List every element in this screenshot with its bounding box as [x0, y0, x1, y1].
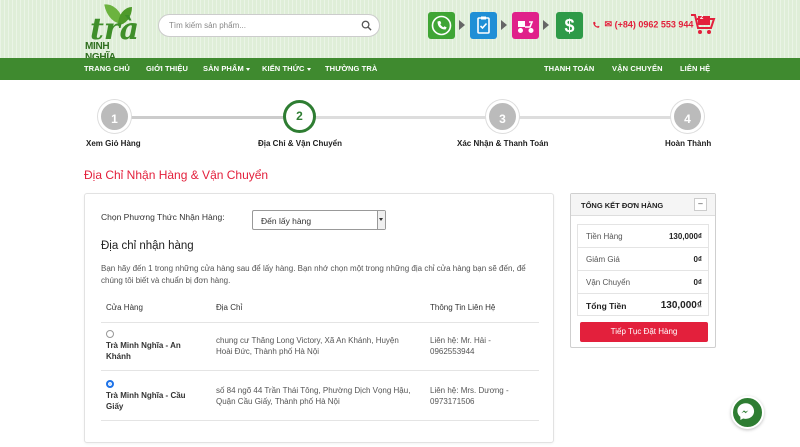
dollar-icon: $ [556, 12, 583, 39]
step-label-3: Xác Nhận & Thanh Toán [457, 139, 549, 148]
column-header-address: Địa Chỉ [216, 303, 243, 312]
summary-value: 0₫ [693, 278, 702, 287]
clipboard-check-icon [470, 12, 497, 39]
nav-about[interactable]: GIỚI THIỆU [146, 64, 188, 73]
checkout-progress: 1 2 3 4 Xem Giỏ Hàng Địa Chỉ & Vận Chuyể… [0, 80, 800, 160]
summary-title: TỔNG KẾT ĐƠN HÀNG [581, 201, 664, 210]
shipping-method-value: Đến lấy hàng [261, 216, 312, 226]
summary-label: Tổng Tiền [586, 301, 627, 311]
nav-knowledge[interactable]: KIẾN THỨC [262, 64, 311, 73]
divider [101, 420, 539, 421]
summary-label: Tiền Hàng [586, 232, 623, 241]
shipping-card: Chọn Phương Thức Nhận Hàng: Đến lấy hàng… [84, 193, 554, 443]
nav-products[interactable]: SẢN PHẨM [203, 64, 250, 73]
nav-shipping[interactable]: VẬN CHUYỂN [612, 64, 663, 73]
nav-knowledge-label: KIẾN THỨC [262, 64, 305, 73]
cart-count-badge: 2 [700, 15, 704, 21]
messenger-chat-button[interactable] [731, 396, 764, 429]
arrow-right-icon [459, 20, 465, 30]
nav-products-label: SẢN PHẨM [203, 64, 244, 73]
store-address-1: chung cư Thăng Long Victory, Xã An Khánh… [216, 336, 399, 356]
chevron-down-icon [245, 67, 250, 71]
nav-contact[interactable]: LIÊN HỆ [680, 64, 710, 73]
step-circle-4: 4 [671, 100, 704, 133]
store-contact-1: Liên hệ: Mr. Hải - 0962553944 [430, 336, 491, 356]
store-name-1: Trà Minh Nghĩa - An Khánh [106, 341, 181, 361]
step-circle-3: 3 [486, 100, 519, 133]
nav-home[interactable]: TRANG CHỦ [84, 64, 130, 73]
step-circle-1[interactable]: 1 [98, 100, 131, 133]
order-summary: TỔNG KẾT ĐƠN HÀNG – Tiền Hàng 130,000₫ G… [570, 193, 716, 348]
arrow-right-icon [501, 20, 507, 30]
summary-value: 130,000₫ [668, 232, 702, 241]
chevron-down-icon [377, 211, 385, 229]
nav-payment[interactable]: THANH TOÁN [544, 64, 594, 73]
store-address-2: số 84 ngõ 44 Trần Thái Tông, Phường Dịch… [216, 386, 411, 406]
step-circle-2: 2 [283, 100, 316, 133]
svg-text:$: $ [564, 16, 574, 36]
shipping-method-select[interactable]: Đến lấy hàng [252, 210, 386, 230]
delivery-scooter-icon [512, 12, 539, 39]
collapse-button[interactable]: – [694, 198, 707, 211]
summary-table: Tiền Hàng 130,000₫ Giảm Giá 0₫ Vận Chuyể… [577, 224, 709, 316]
store-radio-1[interactable] [106, 330, 114, 338]
store-contact-2: Liên hệ: Mrs. Dương - 0973171506 [430, 386, 509, 406]
search-box [158, 14, 380, 37]
column-header-contact: Thông Tin Liên Hệ [430, 303, 496, 312]
nav-tea-market[interactable]: THƯỜNG TRÀ [325, 64, 377, 73]
header: trà MINH NGHĨA $ ✉ (+84) 0962 553 944 [0, 0, 800, 63]
hotline-number: (+84) 0962 553 944 [614, 19, 694, 30]
main-nav: TRANG CHỦ GIỚI THIỆU SẢN PHẨM KIẾN THỨC … [0, 58, 800, 80]
summary-label: Giảm Giá [586, 255, 620, 264]
address-description: Bạn hãy đến 1 trong những cửa hàng sau đ… [101, 264, 526, 285]
summary-row-discount: Giảm Giá 0₫ [578, 248, 708, 271]
progress-track-done [114, 116, 300, 119]
chevron-down-icon [306, 67, 311, 71]
cart-button[interactable]: 2 [690, 12, 716, 38]
summary-row-subtotal: Tiền Hàng 130,000₫ [578, 225, 708, 248]
step-label-2: Địa Chỉ & Vận Chuyển [258, 139, 343, 148]
summary-header: TỔNG KẾT ĐƠN HÀNG – [571, 194, 715, 216]
brand-logo[interactable]: trà MINH NGHĨA [84, 1, 140, 63]
summary-value: 0₫ [693, 255, 702, 264]
main-content: Địa Chỉ Nhận Hàng & Vận Chuyển Chọn Phươ… [0, 160, 800, 447]
search-input[interactable] [169, 18, 349, 33]
continue-order-button[interactable]: Tiếp Tục Đặt Hàng [580, 322, 708, 342]
column-header-store: Cửa Hàng [106, 303, 143, 312]
divider [101, 370, 539, 371]
shipping-method-label: Chọn Phương Thức Nhận Hàng: [101, 212, 225, 222]
summary-row-shipping: Vận Chuyển 0₫ [578, 271, 708, 294]
address-title: Địa chỉ nhận hàng [101, 240, 194, 252]
step-label-4: Hoàn Thành [665, 139, 712, 148]
search-icon[interactable] [361, 20, 372, 31]
store-radio-2[interactable] [106, 380, 114, 388]
hotline[interactable]: ✉ (+84) 0962 553 944 [592, 19, 693, 30]
phone-icon [593, 21, 600, 28]
phone-call-icon [428, 12, 455, 39]
summary-label: Vận Chuyển [586, 278, 631, 287]
summary-value: 130,000₫ [660, 300, 702, 311]
page-title: Địa Chỉ Nhận Hàng & Vận Chuyển [84, 168, 269, 182]
step-label-1[interactable]: Xem Giỏ Hàng [86, 139, 141, 148]
messenger-icon [737, 403, 755, 420]
arrow-right-icon [543, 20, 549, 30]
summary-row-total: Tổng Tiền 130,000₫ [578, 294, 708, 317]
divider [101, 322, 539, 323]
store-name-2: Trà Minh Nghĩa - Cầu Giấy [106, 391, 186, 411]
